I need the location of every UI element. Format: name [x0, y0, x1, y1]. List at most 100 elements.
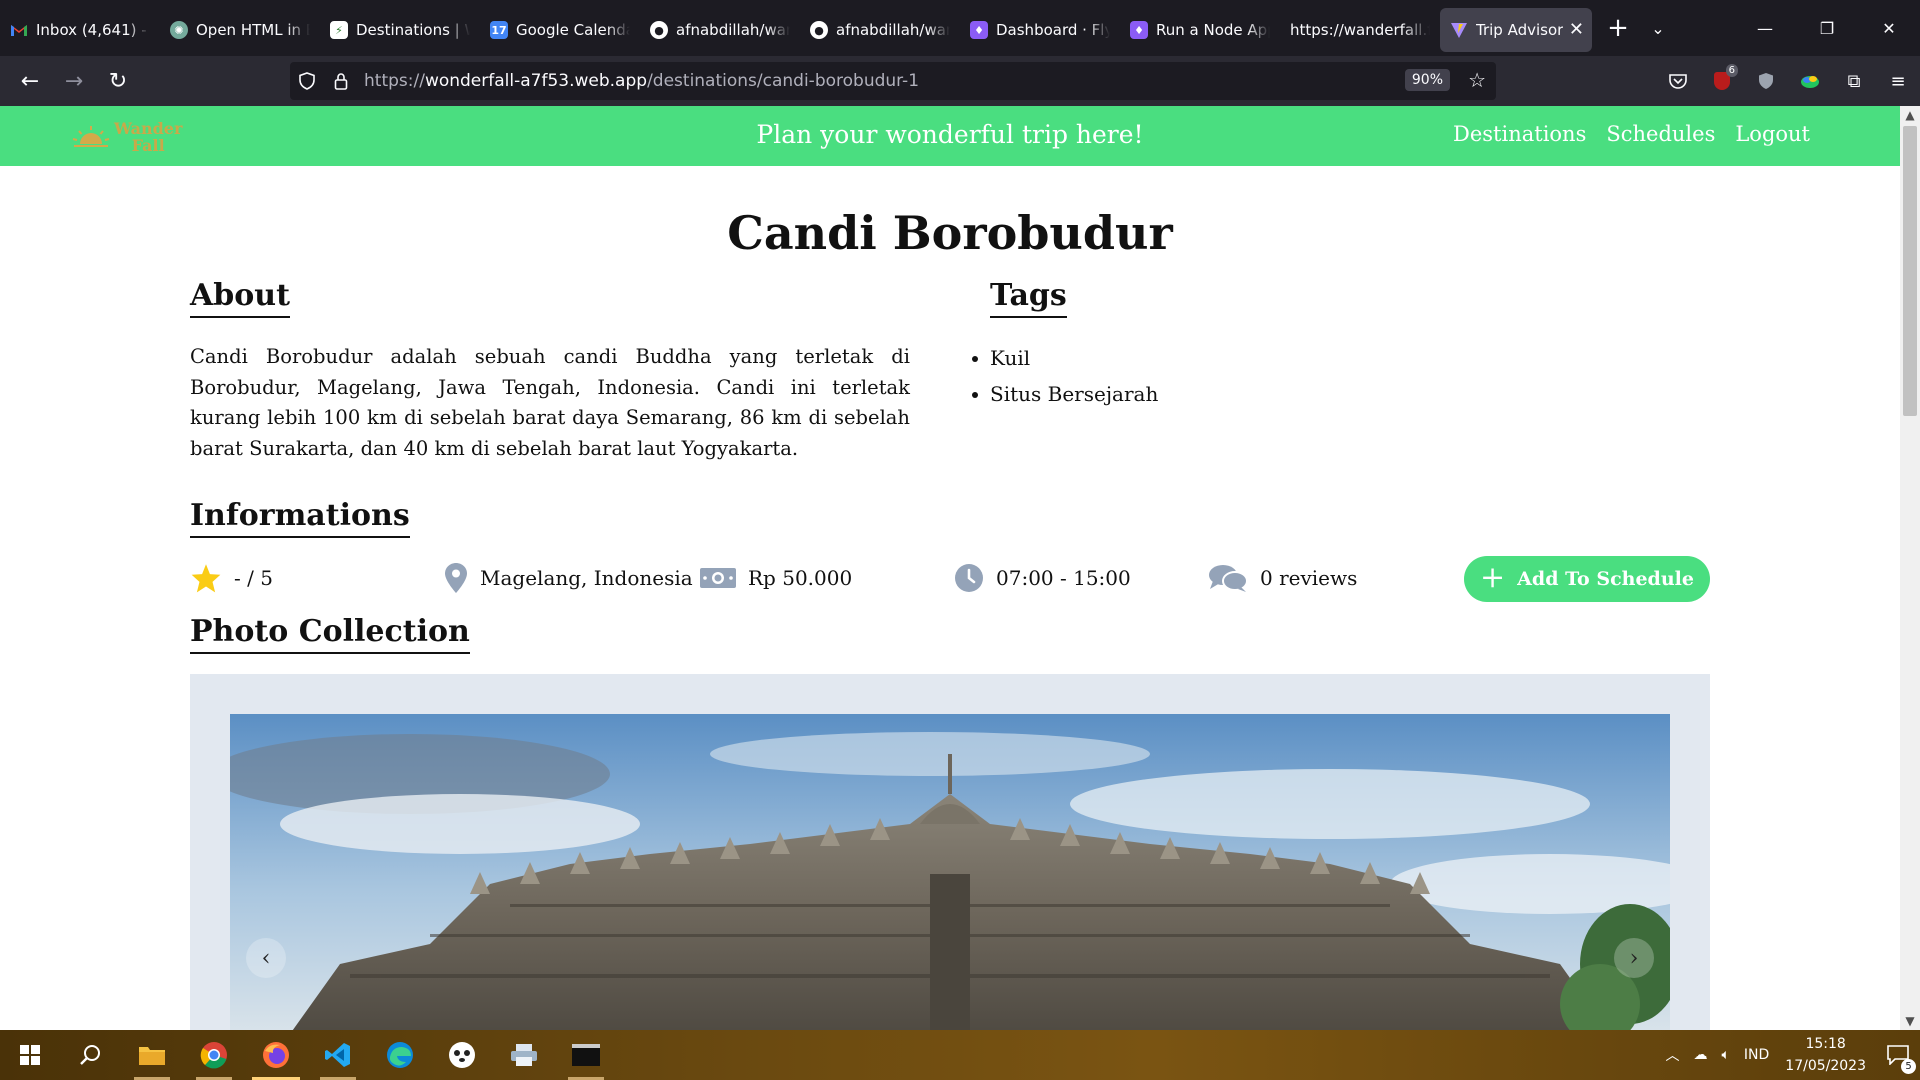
url-host: wonderfall-a7f53.web.app	[424, 71, 648, 91]
site-header: Wander Fall Plan your wonderful trip her…	[0, 106, 1900, 166]
window-controls: — ❐ ✕	[1734, 0, 1920, 56]
reviews-info: 0 reviews	[1208, 556, 1357, 600]
clock-icon	[955, 564, 983, 592]
informations-heading: Informations	[190, 498, 410, 538]
close-window-button[interactable]: ✕	[1858, 0, 1920, 56]
forward-button[interactable]: →	[54, 61, 94, 101]
nav-destinations-link[interactable]: Destinations	[1453, 122, 1586, 146]
system-tray: ︿ ☁ 🔈︎ IND 15:18 17/05/2023 5	[1666, 1030, 1920, 1080]
scroll-down-arrow-icon[interactable]: ▼	[1900, 1012, 1920, 1030]
location-value: Magelang, Indonesia	[480, 566, 693, 590]
tab-fly-dashboard[interactable]: ♦ Dashboard · Fly	[960, 8, 1120, 52]
borobudur-photo	[230, 714, 1670, 1030]
menu-hamburger-icon[interactable]: ≡	[1876, 61, 1920, 101]
tag-item: Situs Bersejarah	[970, 376, 1158, 412]
system-clock[interactable]: 15:18 17/05/2023	[1785, 1033, 1866, 1077]
github-icon: ●	[650, 21, 668, 39]
restore-button[interactable]: ❐	[1796, 0, 1858, 56]
tab-wanderfall[interactable]: https://wanderfall.fl	[1280, 8, 1440, 52]
minimize-button[interactable]: —	[1734, 0, 1796, 56]
onedrive-cloud-icon[interactable]: ☁	[1694, 1047, 1708, 1063]
terminal-icon	[572, 1044, 600, 1066]
scroll-up-arrow-icon[interactable]: ▲	[1900, 106, 1920, 124]
price-info: Rp 50.000	[700, 556, 852, 600]
back-button[interactable]: ←	[10, 61, 50, 101]
clock-date: 17/05/2023	[1785, 1058, 1866, 1074]
tab-chatgpt[interactable]: ✺ Open HTML in B	[160, 8, 320, 52]
edge-button[interactable]	[370, 1030, 430, 1080]
file-explorer-button[interactable]	[122, 1030, 182, 1080]
tag-item: Kuil	[970, 340, 1158, 376]
hours-info: 07:00 - 15:00	[954, 556, 1131, 600]
page-title: Candi Borobudur	[727, 206, 1173, 260]
tab-title: Destinations | W	[356, 21, 470, 39]
photo-collection-heading: Photo Collection	[190, 614, 470, 654]
search-button[interactable]	[60, 1030, 120, 1080]
ublock-icon[interactable]: 6	[1700, 61, 1744, 101]
chrome-button[interactable]	[184, 1030, 244, 1080]
site-nav: Destinations Schedules Logout	[1453, 122, 1810, 146]
close-tab-icon[interactable]: ✕	[1569, 19, 1584, 40]
tab-title: Run a Node App	[1156, 21, 1270, 39]
tab-gmail[interactable]: Inbox (4,641) - a	[0, 8, 160, 52]
nav-schedules-link[interactable]: Schedules	[1606, 122, 1715, 146]
app-printer-button[interactable]	[494, 1030, 554, 1080]
vite-icon	[1450, 21, 1468, 39]
tab-google-calendar[interactable]: 17 Google Calenda	[480, 8, 640, 52]
add-to-schedule-button[interactable]: + Add To Schedule	[1464, 556, 1710, 602]
terminal-button[interactable]	[556, 1030, 616, 1080]
tab-destinations[interactable]: ⚡ Destinations | W	[320, 8, 480, 52]
extensions-puzzle-icon[interactable]: ⧉	[1832, 61, 1876, 101]
carousel-next-button[interactable]: ›	[1614, 938, 1654, 978]
tab-trip-advisor[interactable]: Trip Advisor ✕	[1440, 8, 1592, 52]
page-icon: ⚡	[330, 21, 348, 39]
zoom-level-button[interactable]: 90%	[1404, 69, 1450, 91]
pocket-icon[interactable]	[1656, 61, 1700, 101]
folder-icon	[139, 1047, 165, 1065]
extension-badge: 6	[1725, 64, 1738, 77]
scrollbar-thumb[interactable]	[1903, 126, 1917, 416]
show-hidden-icons-icon[interactable]: ︿	[1666, 1045, 1680, 1065]
url-bar[interactable]: https://wonderfall-a7f53.web.app/destina…	[290, 62, 1496, 100]
tab-github-2[interactable]: ● afnabdillah/wan	[800, 8, 960, 52]
colorful-extension-icon[interactable]	[1788, 61, 1832, 101]
firefox-button[interactable]	[246, 1030, 306, 1080]
tags-list: Kuil Situs Bersejarah	[970, 340, 1158, 412]
new-tab-button[interactable]: +	[1598, 8, 1638, 48]
list-all-tabs-button[interactable]: ⌄	[1638, 8, 1678, 48]
shield-icon[interactable]	[290, 72, 324, 90]
tab-title: afnabdillah/wan	[836, 21, 950, 39]
page-scrollbar[interactable]: ▲ ▼	[1900, 106, 1920, 1030]
reviews-value: 0 reviews	[1260, 566, 1358, 590]
start-button[interactable]	[0, 1030, 60, 1080]
money-bill-icon	[700, 568, 736, 588]
chatgpt-icon: ✺	[170, 21, 188, 39]
tab-fly-node[interactable]: ♦ Run a Node App	[1120, 8, 1280, 52]
bookmark-star-icon[interactable]: ☆	[1468, 68, 1486, 92]
notification-center-button[interactable]: 5	[1876, 1030, 1920, 1080]
browser-toolbar: ← → ↻ https://wonderfall-a7f53.web.app/d…	[0, 56, 1920, 106]
lock-icon[interactable]	[324, 72, 358, 90]
tab-title: https://wanderfall.fl	[1290, 21, 1430, 39]
price-value: Rp 50.000	[748, 566, 853, 590]
privacy-shield-icon[interactable]	[1744, 61, 1788, 101]
plus-icon: +	[1480, 559, 1506, 595]
nav-logout-link[interactable]: Logout	[1735, 122, 1810, 146]
fly-icon: ♦	[1130, 21, 1148, 39]
vscode-button[interactable]	[308, 1030, 368, 1080]
app-panda-button[interactable]	[432, 1030, 492, 1080]
tab-github-1[interactable]: ● afnabdillah/war	[640, 8, 800, 52]
tab-title: Google Calenda	[516, 21, 630, 39]
tab-title: afnabdillah/war	[676, 21, 790, 39]
about-text: Candi Borobudur adalah sebuah candi Budd…	[190, 345, 910, 460]
tab-title: Open HTML in B	[196, 21, 310, 39]
input-language[interactable]: IND	[1744, 1047, 1769, 1063]
about-heading: About	[190, 278, 290, 318]
clock-time: 15:18	[1805, 1036, 1846, 1052]
rating-info: - / 5	[190, 556, 273, 600]
github-icon: ●	[810, 21, 828, 39]
reload-button[interactable]: ↻	[98, 61, 138, 101]
carousel-prev-button[interactable]: ‹	[246, 938, 286, 978]
url-text[interactable]: https://wonderfall-a7f53.web.app/destina…	[364, 71, 919, 91]
speaker-volume-icon[interactable]: 🔈︎	[1722, 1047, 1730, 1063]
